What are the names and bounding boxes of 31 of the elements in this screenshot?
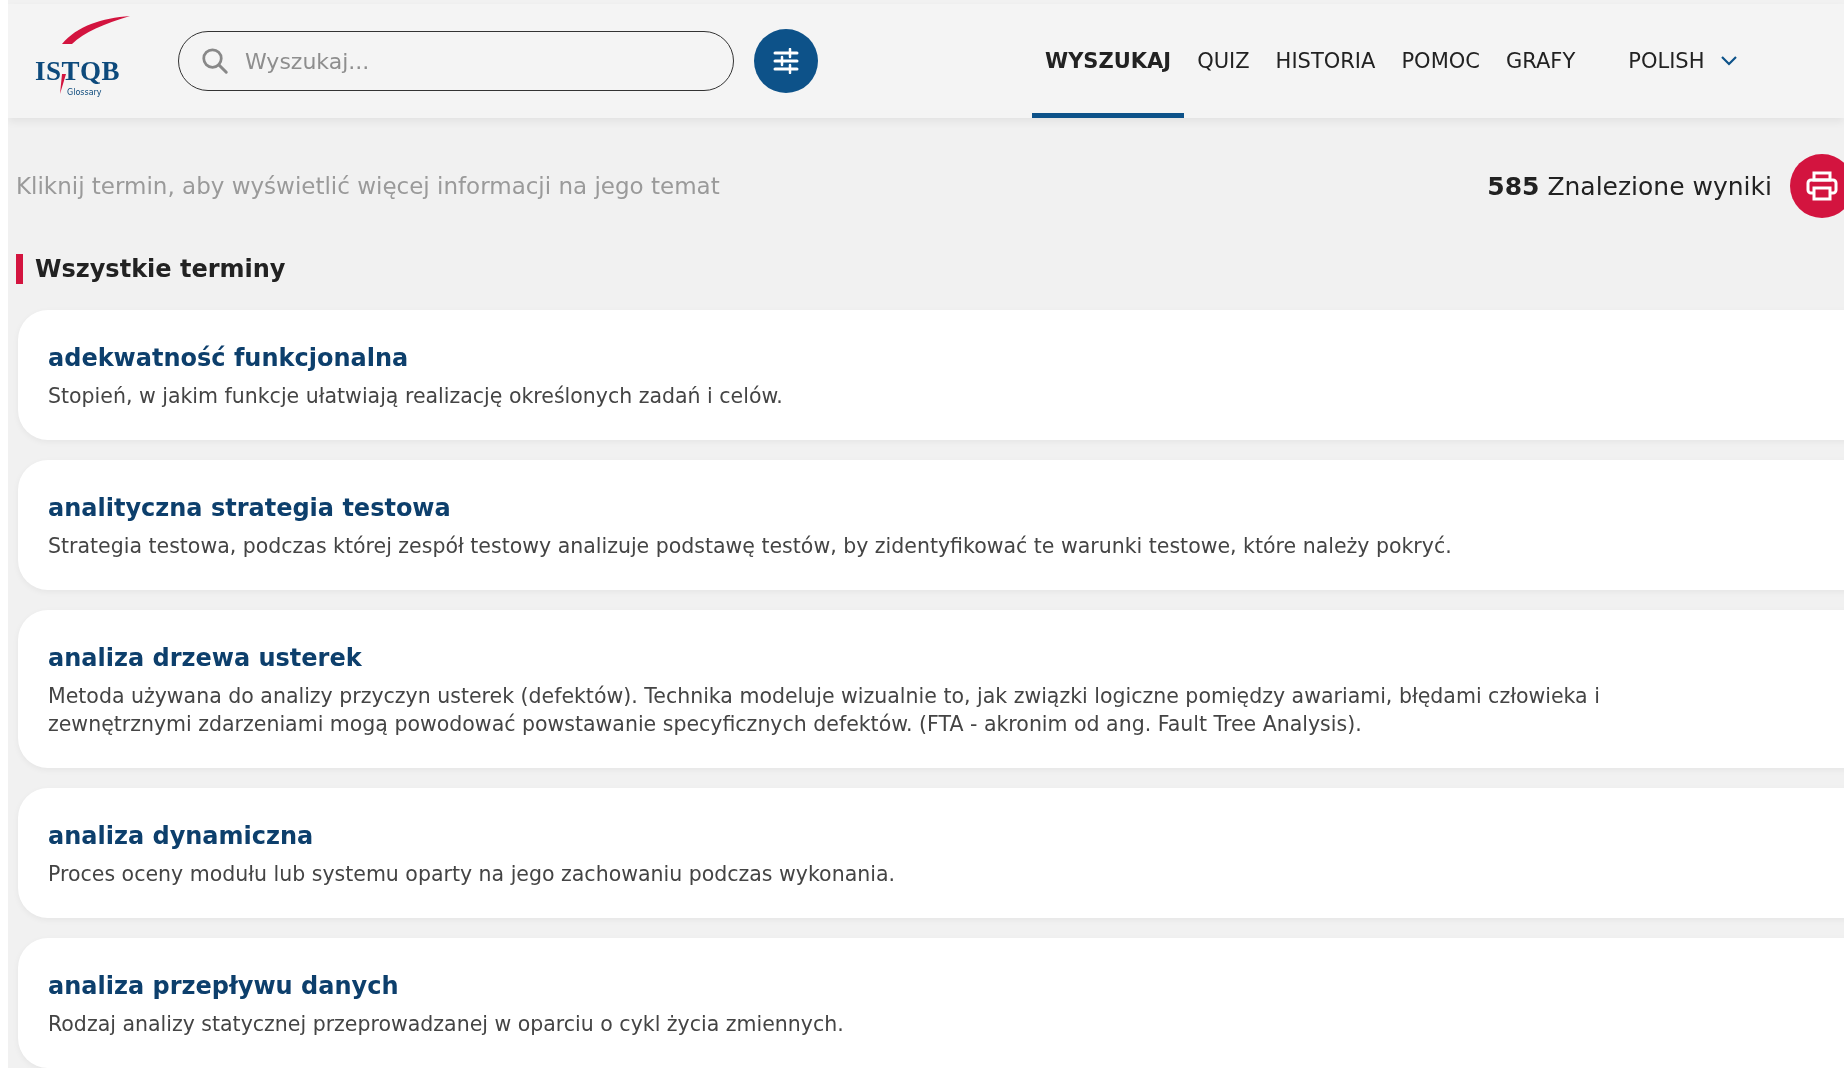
logo-text: ISTQB <box>35 56 121 87</box>
term-title: analityczna strategia testowa <box>48 494 452 522</box>
logo-subtitle: Glossary <box>67 88 102 97</box>
term-title: analiza drzewa usterek <box>48 644 363 672</box>
term-definition: Proces oceny modułu lub systemu oparty na jego zachowaniu podczas wykonania. <box>48 861 896 888</box>
section-heading: Wszystkie terminy <box>16 254 1844 284</box>
term-definition: Rodzaj analizy statycznej przeprowadzanej w oparciu o cykl życia zmiennych. <box>48 1011 845 1038</box>
term-definition: Metoda używana do analizy przyczyn usterek (defektów). Technika modeluje wizualnie to, jak związki logiczne pomiędzy awariami, błędami człowieka i zewnętrznymi zdarzeniami mogą powodować powstawanie specyficznych defektów. (FTA - akronim od ang. Fault Tree Analysis). <box>48 683 1601 738</box>
nav-tab[interactable]: POMOC <box>1388 4 1493 118</box>
language-dropdown[interactable]: POLISH <box>1628 49 1739 73</box>
chevron-down-icon <box>1720 55 1739 67</box>
term-card[interactable]: analiza przepływu danych Rodzaj analizy statycznej przeprowadzanej w oparciu o cykl życia zmiennych. <box>18 938 1844 1068</box>
term-definition: Stopień, w jakim funkcje ułatwiają realizację określonych zadań i celów. <box>48 383 784 410</box>
hint-text: Kliknij termin, aby wyświetlić więcej informacji na jego temat <box>16 173 721 199</box>
term-title: analiza dynamiczna <box>48 822 315 850</box>
term-definition: Strategia testowa, podczas której zespół testowy analizuje podstawę testów, by zidentyfikować te warunki testowe, które należy pokryć. <box>48 533 1453 560</box>
term-title: adekwatność funkcjonalna <box>48 344 410 372</box>
nav-tab[interactable]: WYSZUKAJ <box>1032 4 1185 118</box>
results-count: 585 Znalezione wyniki <box>1487 171 1772 201</box>
search-field[interactable]: Wyszukaj... <box>178 31 734 91</box>
term-card[interactable]: adekwatność funkcjonalna Stopień, w jakim funkcje ułatwiają realizację określonych zadań i celów. <box>18 310 1844 440</box>
term-card[interactable]: analiza dynamiczna Proces oceny modułu lub systemu oparty na jego zachowaniu podczas wykonania. <box>18 788 1844 918</box>
sliders-icon <box>772 48 800 74</box>
print-button[interactable] <box>1790 154 1844 218</box>
nav-tab[interactable]: QUIZ <box>1184 4 1263 118</box>
printer-icon <box>1806 171 1838 201</box>
nav-tab[interactable]: GRAFY <box>1492 4 1589 118</box>
search-icon <box>200 46 230 76</box>
term-title: analiza przepływu danych <box>48 972 400 1000</box>
term-card[interactable]: analityczna strategia testowa Strategia testowa, podczas której zespół testowy analizuje podstawę testów, by zidentyfikować te warunki testowe, które należy pokryć. <box>18 460 1844 590</box>
nav-tab[interactable]: HISTORIA <box>1262 4 1389 118</box>
